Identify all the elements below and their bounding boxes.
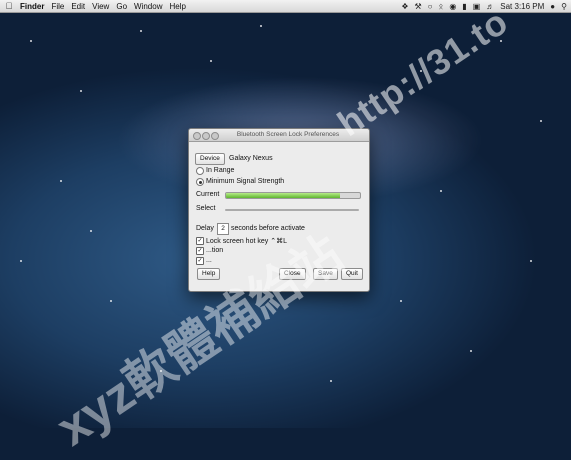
radio-in-range[interactable] — [196, 167, 204, 175]
window-titlebar[interactable]: Bluetooth Screen Lock Preferences — [189, 129, 369, 142]
delay-input[interactable]: 2 — [217, 223, 229, 235]
radio-min-signal[interactable] — [196, 178, 204, 186]
option-checkbox-3-label: ... — [206, 257, 212, 264]
current-label: Current — [196, 191, 220, 198]
apple-icon[interactable]:  — [2, 1, 16, 11]
current-signal-meter — [225, 192, 361, 199]
window-title: Bluetooth Screen Lock Preferences — [236, 131, 340, 138]
signal-threshold-slider[interactable] — [225, 209, 359, 211]
user-icon[interactable]: ● — [550, 2, 555, 11]
clock[interactable]: Sat 3:16 PM — [500, 2, 544, 11]
battery-icon[interactable]: ▮ — [462, 2, 466, 11]
lock-screen-hotkey-checkbox[interactable]: ✓ — [196, 237, 204, 245]
radio-in-range-label: In Range — [206, 167, 235, 174]
menu-go[interactable]: Go — [116, 2, 127, 11]
help-button[interactable]: Help — [197, 268, 221, 280]
device-name: Galaxy Nexus — [229, 155, 273, 162]
menu-help[interactable]: Help — [169, 2, 185, 11]
menu-file[interactable]: File — [51, 2, 64, 11]
menu-app-name[interactable]: Finder — [20, 2, 44, 11]
option-checkbox-3[interactable]: ✓ — [196, 257, 204, 265]
lock-icon[interactable]: ○ — [428, 2, 433, 11]
menu-edit[interactable]: Edit — [71, 2, 85, 11]
select-label: Select — [196, 205, 216, 212]
minimize-window-button[interactable] — [202, 132, 210, 140]
bluetooth-icon[interactable]: ᛟ — [439, 2, 444, 11]
option-checkbox-2[interactable]: ✓ — [196, 247, 204, 255]
dropbox-icon[interactable]: ❖ — [401, 2, 408, 11]
watermark-url: http://31.to — [330, 0, 516, 144]
current-signal-fill — [226, 193, 340, 198]
wifi-icon[interactable]: ◉ — [449, 2, 456, 11]
menu-window[interactable]: Window — [134, 2, 162, 11]
search-icon[interactable]: ⚲ — [561, 2, 567, 11]
menu-view[interactable]: View — [92, 2, 109, 11]
radio-min-signal-label: Minimum Signal Strength — [206, 178, 285, 185]
device-button[interactable]: Device — [195, 153, 225, 165]
delay-prefix: Delay — [196, 225, 214, 232]
option-checkbox-2-label: ...tion — [206, 247, 224, 254]
close-window-button[interactable] — [193, 132, 201, 140]
wrench-icon[interactable]: ⚒ — [414, 2, 421, 11]
